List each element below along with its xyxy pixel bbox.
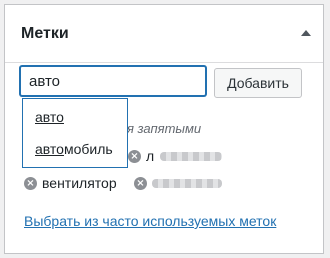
- triangle-up-icon[interactable]: [301, 30, 311, 36]
- suggestion-item[interactable]: автомобиль: [35, 141, 113, 157]
- remove-circle-icon[interactable]: ×: [128, 149, 141, 163]
- suggestion-item[interactable]: авто: [35, 109, 64, 125]
- tag-label: вентилятор: [42, 175, 117, 191]
- postbox-title: Метки: [21, 25, 69, 42]
- remove-circle-icon[interactable]: ×: [24, 176, 37, 190]
- autocomplete-dropdown: авто автомобиль: [22, 98, 128, 168]
- suggestion-rest: мобиль: [63, 141, 113, 157]
- postbox-header: Метки: [5, 5, 323, 63]
- tag-item: × вентилятор: [24, 174, 117, 192]
- tag-label: л: [146, 148, 155, 164]
- suggestion-match: авто: [35, 109, 64, 125]
- tag-item: × л: [128, 147, 223, 165]
- tag-item: ×: [134, 174, 222, 192]
- suggestion-match: авто: [35, 141, 64, 157]
- remove-circle-icon[interactable]: ×: [134, 176, 147, 190]
- choose-most-used-tags-link[interactable]: Выбрать из часто используемых меток: [24, 213, 276, 229]
- new-tag-input[interactable]: [20, 66, 206, 96]
- blurred-tag-text: [152, 178, 222, 188]
- add-tag-button[interactable]: Добавить: [214, 68, 302, 98]
- blurred-tag-text: [160, 151, 223, 161]
